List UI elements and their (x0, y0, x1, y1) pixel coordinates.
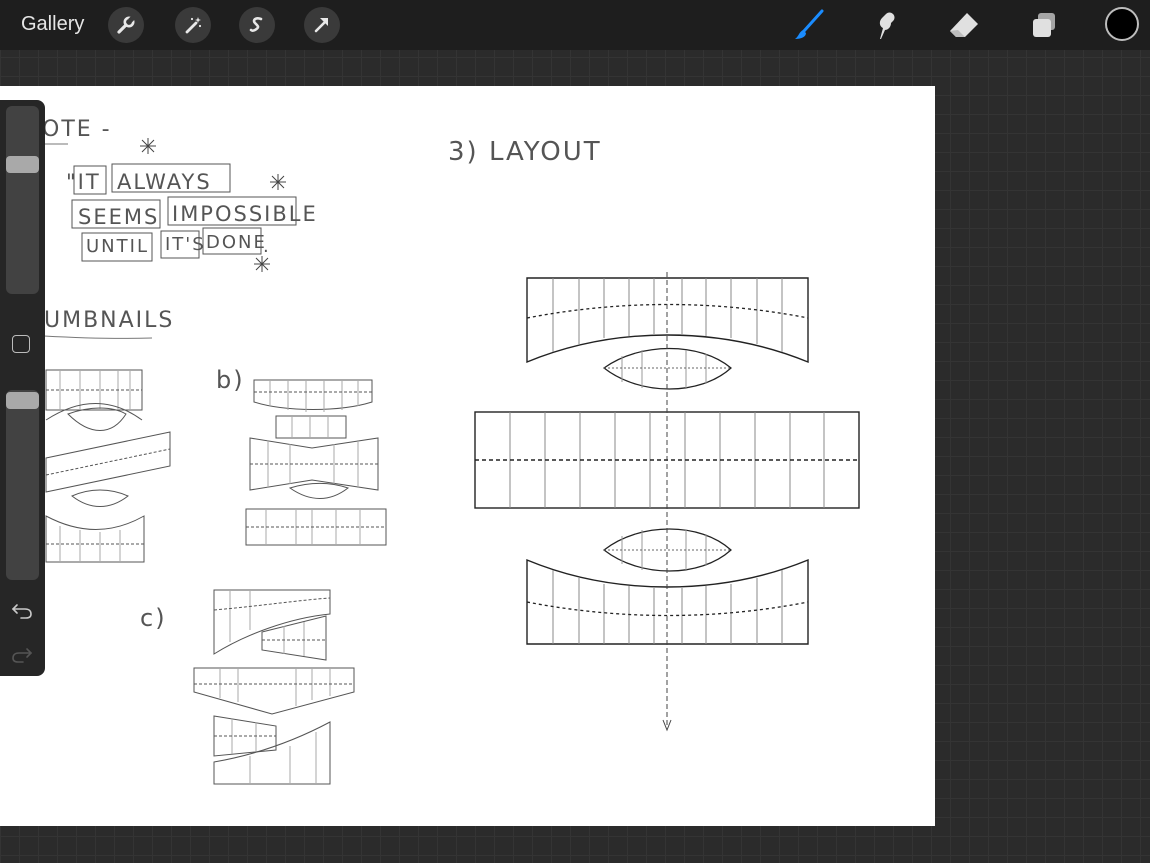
smudge-icon (879, 12, 895, 39)
undo-button[interactable] (10, 600, 34, 620)
undo-icon (11, 604, 32, 619)
brush-tool-button[interactable] (789, 7, 829, 43)
star-doodle (254, 256, 270, 272)
quote-word-7: DONE (206, 232, 267, 253)
label-c: c) (140, 604, 167, 632)
quote-word-5: UNTIL (86, 236, 149, 257)
adjustments-button[interactable] (175, 7, 211, 43)
redo-icon (12, 648, 33, 663)
left-sidebar (0, 100, 45, 676)
gallery-button[interactable]: Gallery (21, 13, 84, 36)
magic-wand-icon (185, 17, 202, 34)
drawing-canvas[interactable]: OTE - "IT ALWAYS SEEMS IMPOSSIBLE UNTIL … (0, 86, 935, 826)
color-picker-button[interactable] (1105, 7, 1139, 41)
top-toolbar: Gallery (0, 0, 1150, 50)
smudge-tool-button[interactable] (866, 7, 906, 43)
thumbnail-b (245, 379, 387, 546)
wrench-icon (117, 15, 136, 34)
transform-arrow-icon (314, 18, 328, 33)
star-doodle (140, 138, 156, 154)
quote-period: . (263, 236, 271, 257)
layout-design (474, 272, 860, 732)
brush-size-slider[interactable] (6, 106, 39, 294)
layout-heading: 3) LAYOUT (448, 137, 602, 167)
quote-word-6: IT'S (165, 234, 206, 255)
thumbnail-a (45, 369, 171, 563)
star-doodle (270, 174, 286, 190)
sketch-artwork: OTE - "IT ALWAYS SEEMS IMPOSSIBLE UNTIL … (42, 117, 860, 785)
quote-heading: OTE - (42, 117, 112, 142)
modify-square-icon[interactable] (12, 335, 30, 353)
thumbnail-c (193, 589, 355, 785)
redo-button[interactable] (10, 644, 34, 664)
quote-word-3: SEEMS (78, 205, 159, 229)
layers-icon (1033, 13, 1055, 37)
quote-word-2: ALWAYS (117, 170, 212, 194)
brush-size-thumb[interactable] (6, 155, 39, 173)
label-b: b) (216, 366, 245, 394)
selection-icon (249, 17, 263, 33)
brush-icon (795, 9, 824, 39)
thumbnails-heading: UMBNAILS (44, 308, 174, 333)
quote-word-1: "IT (66, 170, 101, 194)
transform-button[interactable] (304, 7, 340, 43)
opacity-slider[interactable] (6, 390, 39, 580)
opacity-thumb[interactable] (6, 392, 39, 409)
eraser-tool-button[interactable] (944, 7, 984, 43)
eraser-icon (950, 13, 978, 37)
actions-button[interactable] (108, 7, 144, 43)
layers-button[interactable] (1024, 7, 1064, 43)
selection-button[interactable] (239, 7, 275, 43)
